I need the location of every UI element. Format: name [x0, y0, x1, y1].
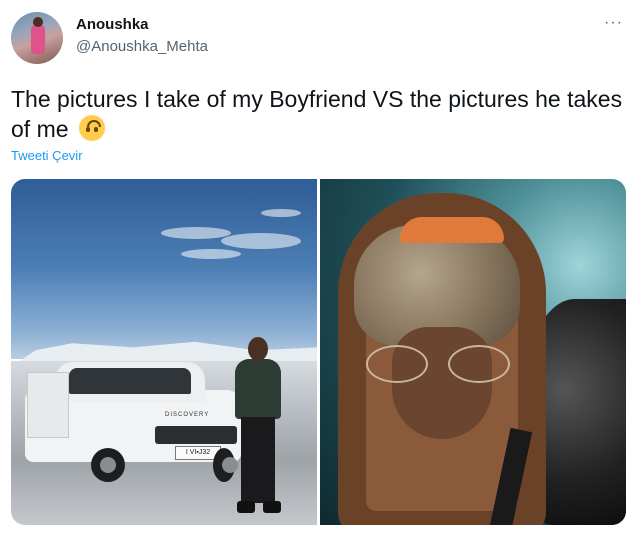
upside-down-face-icon [78, 115, 105, 141]
tweet-card: Anoushka @Anoushka_Mehta ··· The picture… [0, 0, 635, 536]
avatar-head [33, 17, 43, 27]
translate-tweet-link[interactable]: Tweeti Çevir [11, 148, 83, 163]
photo-glasses [366, 345, 510, 383]
car-badge: DISCOVERY [165, 412, 210, 418]
avatar-figure [31, 24, 45, 54]
photo-person [231, 337, 285, 515]
avatar[interactable] [11, 12, 63, 64]
photo-boyfriend-with-car[interactable]: DISCOVERY I VI▪J32 [11, 179, 317, 525]
user-handle[interactable]: @Anoushka_Mehta [76, 38, 208, 55]
photo-headband [400, 217, 504, 243]
photo-selfie-in-ice-cave[interactable] [320, 179, 626, 525]
photo-sky [11, 179, 317, 359]
media-grid: DISCOVERY I VI▪J32 [11, 179, 626, 525]
photo-car: DISCOVERY I VI▪J32 [25, 362, 241, 482]
display-name[interactable]: Anoushka [76, 16, 149, 33]
tweet-text: The pictures I take of my Boyfriend VS t… [11, 84, 623, 144]
more-options-icon[interactable]: ··· [604, 14, 623, 32]
photo-face [392, 327, 492, 439]
